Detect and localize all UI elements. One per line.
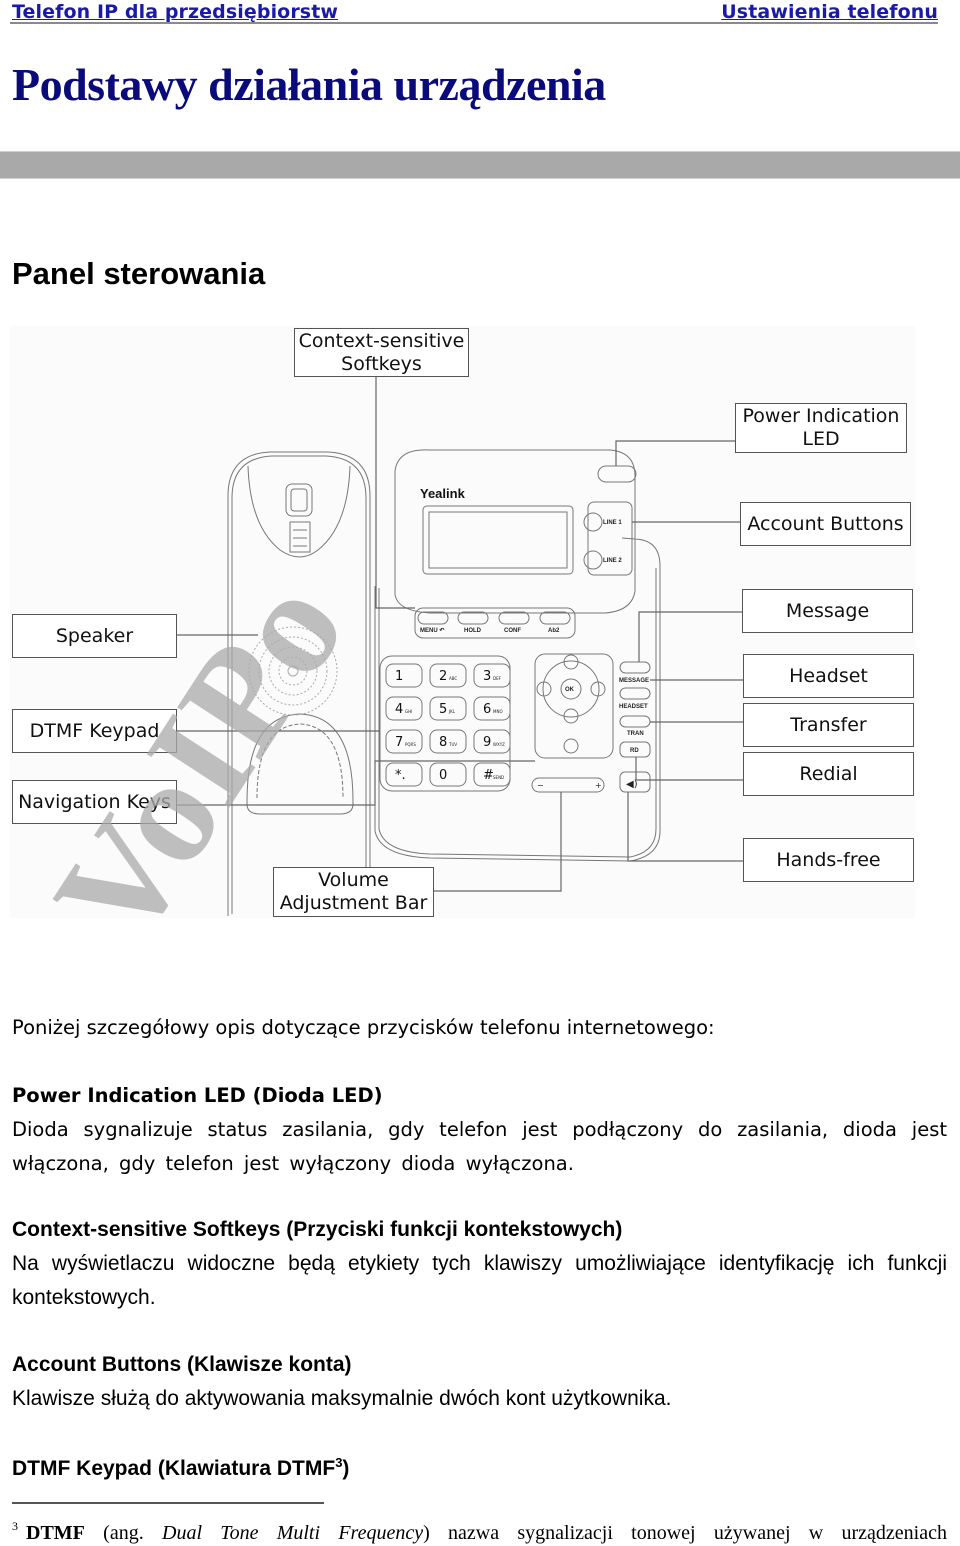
intro-paragraph: Poniżej szczegółowy opis dotyczące przyc…	[12, 1016, 715, 1039]
transfer-key	[619, 715, 651, 728]
callout-volume-line1: Volume	[318, 869, 389, 891]
callout-volume-line2: Adjustment Bar	[279, 892, 428, 914]
callout-power-led: Power Indication LED	[735, 403, 907, 453]
heading-account-buttons: Account Buttons (Klawisze konta)	[12, 1353, 352, 1376]
callout-dtmf-keypad: DTMF Keypad	[12, 709, 177, 753]
footnote-rule	[12, 1502, 324, 1504]
callout-softkeys: Context-sensitive Softkeys	[294, 328, 469, 377]
keypad-key-letters: MNO	[493, 709, 503, 714]
base-body	[374, 537, 661, 862]
callout-hands-free: Hands-free	[743, 838, 914, 882]
footnote-term: DTMF	[26, 1522, 85, 1544]
softkey-label-4: Ab2	[548, 628, 560, 634]
heading-softkeys: Context-sensitive Softkeys (Przyciski fu…	[12, 1218, 623, 1241]
callout-softkeys-line1: Context-sensitive	[298, 329, 465, 352]
callout-headset: Headset	[743, 654, 914, 698]
footnote-italic: Dual Tone Multi Frequency	[162, 1522, 424, 1544]
keypad-key-letters: DEF	[493, 676, 502, 681]
paragraph-softkeys: Na wyświetlaczu widoczne będą etykiety t…	[12, 1252, 947, 1309]
paragraph-account-buttons: Klawisze służą do aktywowania maksymalni…	[12, 1387, 672, 1410]
volume-plus-icon: +	[595, 781, 602, 790]
headset-key	[619, 687, 651, 700]
keypad-key-letters: PQRS	[405, 742, 416, 747]
keypad-key	[429, 762, 467, 787]
power-led-icon	[597, 465, 637, 483]
keypad-key-letters: WXYZ	[493, 742, 505, 747]
keypad-key-letters: ABC	[449, 676, 457, 681]
keypad-key-digit: 9	[483, 735, 491, 750]
heading-dtmf-text: DTMF Keypad (Klawiatura DTMF	[12, 1457, 336, 1480]
callout-navigation-keys: Navigation Keys	[12, 780, 177, 824]
keypad-key-digit: 0	[439, 768, 447, 783]
callout-message: Message	[742, 589, 913, 633]
keypad-key	[473, 663, 511, 688]
keypad-key	[385, 729, 423, 754]
header-rule	[10, 22, 938, 24]
footnote-pre: (ang.	[103, 1522, 144, 1544]
keypad-key	[385, 696, 423, 721]
transfer-label: TRAN	[627, 731, 644, 737]
keypad-key-letters: SEND	[493, 775, 504, 780]
header-left-title[interactable]: Telefon IP dla przedsiębiorstw	[12, 1, 338, 23]
section-title: Panel sterowania	[12, 256, 266, 291]
chapter-title: Podstawy działania urządzenia	[12, 59, 606, 110]
headset-label: HEADSET	[619, 704, 648, 710]
navigation-cluster	[534, 653, 614, 759]
keypad-key	[429, 663, 467, 688]
header-right-title[interactable]: Ustawienia telefonu	[721, 1, 938, 23]
heading-dtmf-close: )	[342, 1457, 350, 1480]
keypad-key-digit: 5	[439, 702, 447, 717]
speaker-icon	[248, 626, 338, 716]
running-header: Telefon IP dla przedsiębiorstw Ustawieni…	[0, 0, 960, 26]
message-label: MESSAGE	[619, 678, 649, 684]
callout-speaker: Speaker	[12, 614, 177, 658]
keypad-key-letters: JKL	[448, 709, 456, 714]
volume-minus-icon: −	[537, 781, 544, 790]
message-key	[619, 661, 651, 674]
chapter-divider-bar	[0, 151, 960, 179]
display-housing	[394, 449, 636, 614]
softkey-label-3: CONF	[504, 628, 521, 634]
keypad-key	[385, 663, 423, 688]
callout-redial: Redial	[743, 752, 914, 796]
keypad-key-digit: 6	[483, 702, 491, 717]
callout-power-led-line1: Power Indication	[742, 405, 900, 427]
redial-label: RD	[630, 748, 639, 754]
heading-power-led: Power Indication LED (Dioda LED)	[12, 1084, 383, 1107]
keypad-key-digit: 3	[483, 669, 491, 684]
keypad-key	[473, 696, 511, 721]
phone-diagram: 1 2 ABC 3 DEF 4 GHI 5 JKL 6 MNO 7 PQRS 8 TUV 9 WXYZ *. 0 # S…	[10, 326, 915, 918]
display-screen	[422, 505, 574, 575]
keypad-key-digit: 1	[395, 669, 403, 684]
keypad-key-letters: TUV	[448, 742, 457, 747]
keypad-key-digit: 8	[439, 735, 447, 750]
keypad-key-digit: 7	[395, 735, 403, 750]
keypad-key-letters: GHI	[405, 709, 412, 714]
footnote-post: ) nazwa sygnalizacji tonowej używanej w …	[423, 1522, 947, 1544]
callout-account-buttons: Account Buttons	[740, 502, 911, 546]
paragraph-power-led: Dioda sygnalizuje status zasilania, gdy …	[12, 1118, 947, 1175]
callout-transfer: Transfer	[743, 703, 914, 747]
softkey-label-2: HOLD	[464, 628, 482, 634]
softkey-label-1: MENU ↶	[420, 627, 444, 634]
heading-dtmf-keypad: DTMF Keypad (Klawiatura DTMF3)	[12, 1455, 349, 1481]
keypad-key-digit: 4	[395, 702, 403, 717]
footnote-number: 3	[12, 1519, 18, 1533]
callout-softkeys-line2: Softkeys	[341, 352, 422, 375]
keypad-key-digit: *.	[395, 768, 406, 783]
callout-power-led-line2: LED	[802, 428, 840, 450]
footnote: 3 DTMF (ang. Dual Tone Multi Frequency) n…	[12, 1519, 947, 1545]
line1-label: LINE 1	[603, 520, 622, 526]
keypad-keys: 1 2 ABC 3 DEF4 GHI 5 JKL 6 MNO7 PQRS 8 TUV 9 WXYZ*. 0 # S…	[385, 663, 511, 787]
speaker-volume-icon: ◀)	[626, 779, 638, 790]
brand-logo: Yealink	[420, 486, 466, 501]
keypad-key	[429, 729, 467, 754]
keypad-key	[429, 696, 467, 721]
handset-icon	[227, 451, 371, 916]
nav-ok-label: OK	[565, 687, 575, 693]
line2-label: LINE 2	[603, 558, 622, 564]
keypad-key-digit: 2	[439, 669, 447, 684]
callout-volume: Volume Adjustment Bar	[273, 867, 434, 917]
